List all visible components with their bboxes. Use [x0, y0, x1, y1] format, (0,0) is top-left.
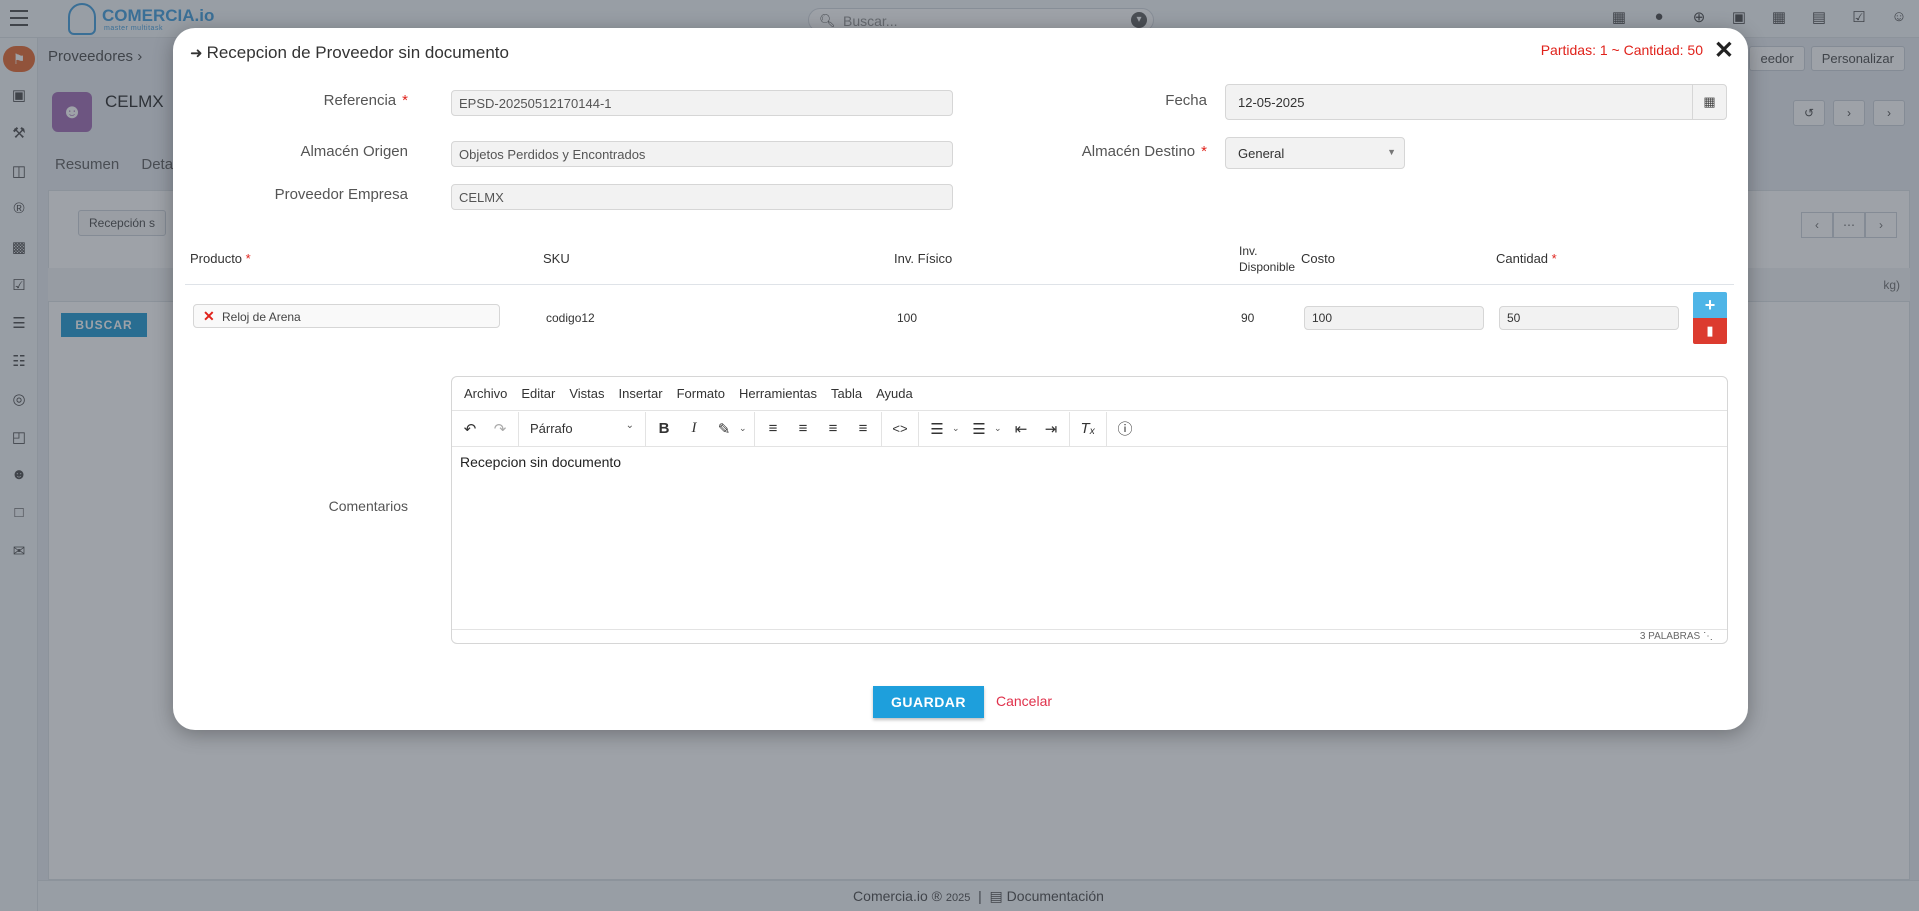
almacen-destino-label-text: Almacén Destino: [1081, 143, 1196, 160]
calendar-icon[interactable]: ▦: [1692, 85, 1726, 119]
col-producto-text: Producto: [190, 251, 243, 266]
add-row-button[interactable]: +: [1693, 292, 1727, 318]
highlight-color-icon[interactable]: ✎: [709, 420, 739, 438]
referencia-label: Referencia *: [323, 92, 408, 109]
italic-icon[interactable]: I: [679, 420, 709, 437]
referencia-label-text: Referencia: [323, 92, 397, 109]
remove-icon[interactable]: ✕: [203, 308, 215, 325]
block-format-value: Párrafo: [530, 421, 573, 436]
col-sku: SKU: [543, 251, 570, 266]
col-inv-disponible-line2: Disponible: [1239, 260, 1296, 274]
clear-formatting-icon[interactable]: Tₓ: [1073, 420, 1103, 437]
comentarios-editor: Archivo Editar Vistas Insertar Formato H…: [451, 376, 1728, 644]
word-count: 3 PALABRAS: [1639, 631, 1701, 642]
menu-tabla[interactable]: Tabla: [824, 386, 869, 401]
almacen-destino-label: Almacén Destino *: [1081, 143, 1207, 160]
menu-archivo[interactable]: Archivo: [457, 386, 514, 401]
modal-title: ➜ Recepcion de Proveedor sin documento: [190, 43, 509, 63]
align-center-icon[interactable]: ≡: [788, 420, 818, 437]
bold-icon[interactable]: B: [649, 420, 679, 437]
proveedor-input[interactable]: [451, 184, 953, 210]
help-icon[interactable]: ⓘ: [1110, 418, 1140, 439]
menu-ayuda[interactable]: Ayuda: [869, 386, 920, 401]
editor-statusbar: 3 PALABRAS ⋱: [452, 629, 1727, 643]
referencia-input[interactable]: [451, 90, 953, 116]
sku-value: codigo12: [546, 311, 595, 325]
editor-content[interactable]: Recepcion sin documento: [452, 447, 1727, 629]
trash-icon: ▮: [1706, 323, 1714, 338]
costo-input[interactable]: [1304, 306, 1484, 330]
menu-herramientas[interactable]: Herramientas: [732, 386, 824, 401]
inv-disponible-value: 90: [1241, 311, 1255, 325]
delete-row-button[interactable]: ▮: [1693, 318, 1727, 344]
chevron-down-icon[interactable]: ⌄: [739, 423, 751, 434]
almacen-origen-input[interactable]: [451, 141, 953, 167]
menu-formato[interactable]: Formato: [670, 386, 732, 401]
editor-menubar: Archivo Editar Vistas Insertar Formato H…: [452, 377, 1727, 411]
col-inv-disponible: Inv. Disponible: [1239, 243, 1295, 275]
fecha-value: 12-05-2025: [1238, 95, 1305, 110]
proveedor-label: Proveedor Empresa: [274, 186, 408, 203]
block-format-select[interactable]: Párrafo ⌄: [522, 420, 642, 436]
bullet-list-icon[interactable]: ☰: [922, 420, 952, 438]
col-cantidad-text: Cantidad: [1496, 251, 1549, 266]
indent-icon[interactable]: ⇥: [1036, 420, 1066, 438]
chevron-down-icon[interactable]: ⌄: [952, 423, 964, 434]
cantidad-input[interactable]: [1499, 306, 1679, 330]
table-divider: [185, 284, 1734, 285]
col-inv-disponible-line1: Inv.: [1239, 244, 1258, 258]
code-icon[interactable]: <>: [885, 421, 915, 436]
menu-editar[interactable]: Editar: [514, 386, 562, 401]
cancel-link[interactable]: Cancelar: [996, 693, 1052, 709]
chevron-down-icon: ⌄: [625, 420, 634, 431]
align-left-icon[interactable]: ≡: [758, 420, 788, 437]
redo-icon[interactable]: ↷: [485, 420, 515, 438]
numbered-list-icon[interactable]: ☰: [964, 420, 994, 438]
fecha-input[interactable]: 12-05-2025 ▦: [1225, 84, 1727, 120]
sign-in-icon: ➜: [190, 45, 203, 62]
outdent-icon[interactable]: ⇤: [1006, 420, 1036, 438]
comentarios-label: Comentarios: [328, 498, 408, 514]
menu-insertar[interactable]: Insertar: [612, 386, 670, 401]
align-justify-icon[interactable]: ≡: [848, 420, 878, 437]
almacen-destino-select[interactable]: General ▼: [1225, 137, 1405, 169]
chevron-down-icon: ▼: [1387, 147, 1396, 157]
chevron-down-icon[interactable]: ⌄: [994, 423, 1006, 434]
almacen-destino-value: General: [1238, 146, 1285, 161]
almacen-origen-label: Almacén Origen: [300, 143, 408, 160]
resize-handle-icon[interactable]: ⋱: [1703, 631, 1713, 642]
close-icon[interactable]: ✕: [1714, 36, 1734, 65]
col-cantidad: Cantidad *: [1496, 251, 1557, 266]
col-inv-fisico: Inv. Físico: [894, 251, 953, 266]
undo-icon[interactable]: ↶: [455, 420, 485, 438]
summary-text: Partidas: 1 ~ Cantidad: 50: [1540, 42, 1703, 58]
recepcion-modal: ➜ Recepcion de Proveedor sin documento Pa…: [173, 28, 1748, 730]
producto-value: Reloj de Arena: [222, 310, 301, 324]
editor-toolbar: ↶ ↷ Párrafo ⌄ B I ✎ ⌄ ≡ ≡ ≡ ≡ <> ☰ ⌄ ☰ ⌄ …: [452, 411, 1727, 447]
producto-select[interactable]: ✕ Reloj de Arena: [193, 304, 500, 328]
inv-fisico-value: 100: [897, 311, 918, 325]
save-button[interactable]: GUARDAR: [873, 686, 984, 718]
col-producto: Producto *: [190, 251, 251, 266]
col-costo: Costo: [1301, 251, 1335, 266]
align-right-icon[interactable]: ≡: [818, 420, 848, 437]
modal-title-text: Recepcion de Proveedor sin documento: [206, 43, 509, 62]
fecha-label: Fecha: [1165, 92, 1207, 109]
plus-icon: +: [1704, 295, 1716, 315]
menu-vistas[interactable]: Vistas: [562, 386, 611, 401]
